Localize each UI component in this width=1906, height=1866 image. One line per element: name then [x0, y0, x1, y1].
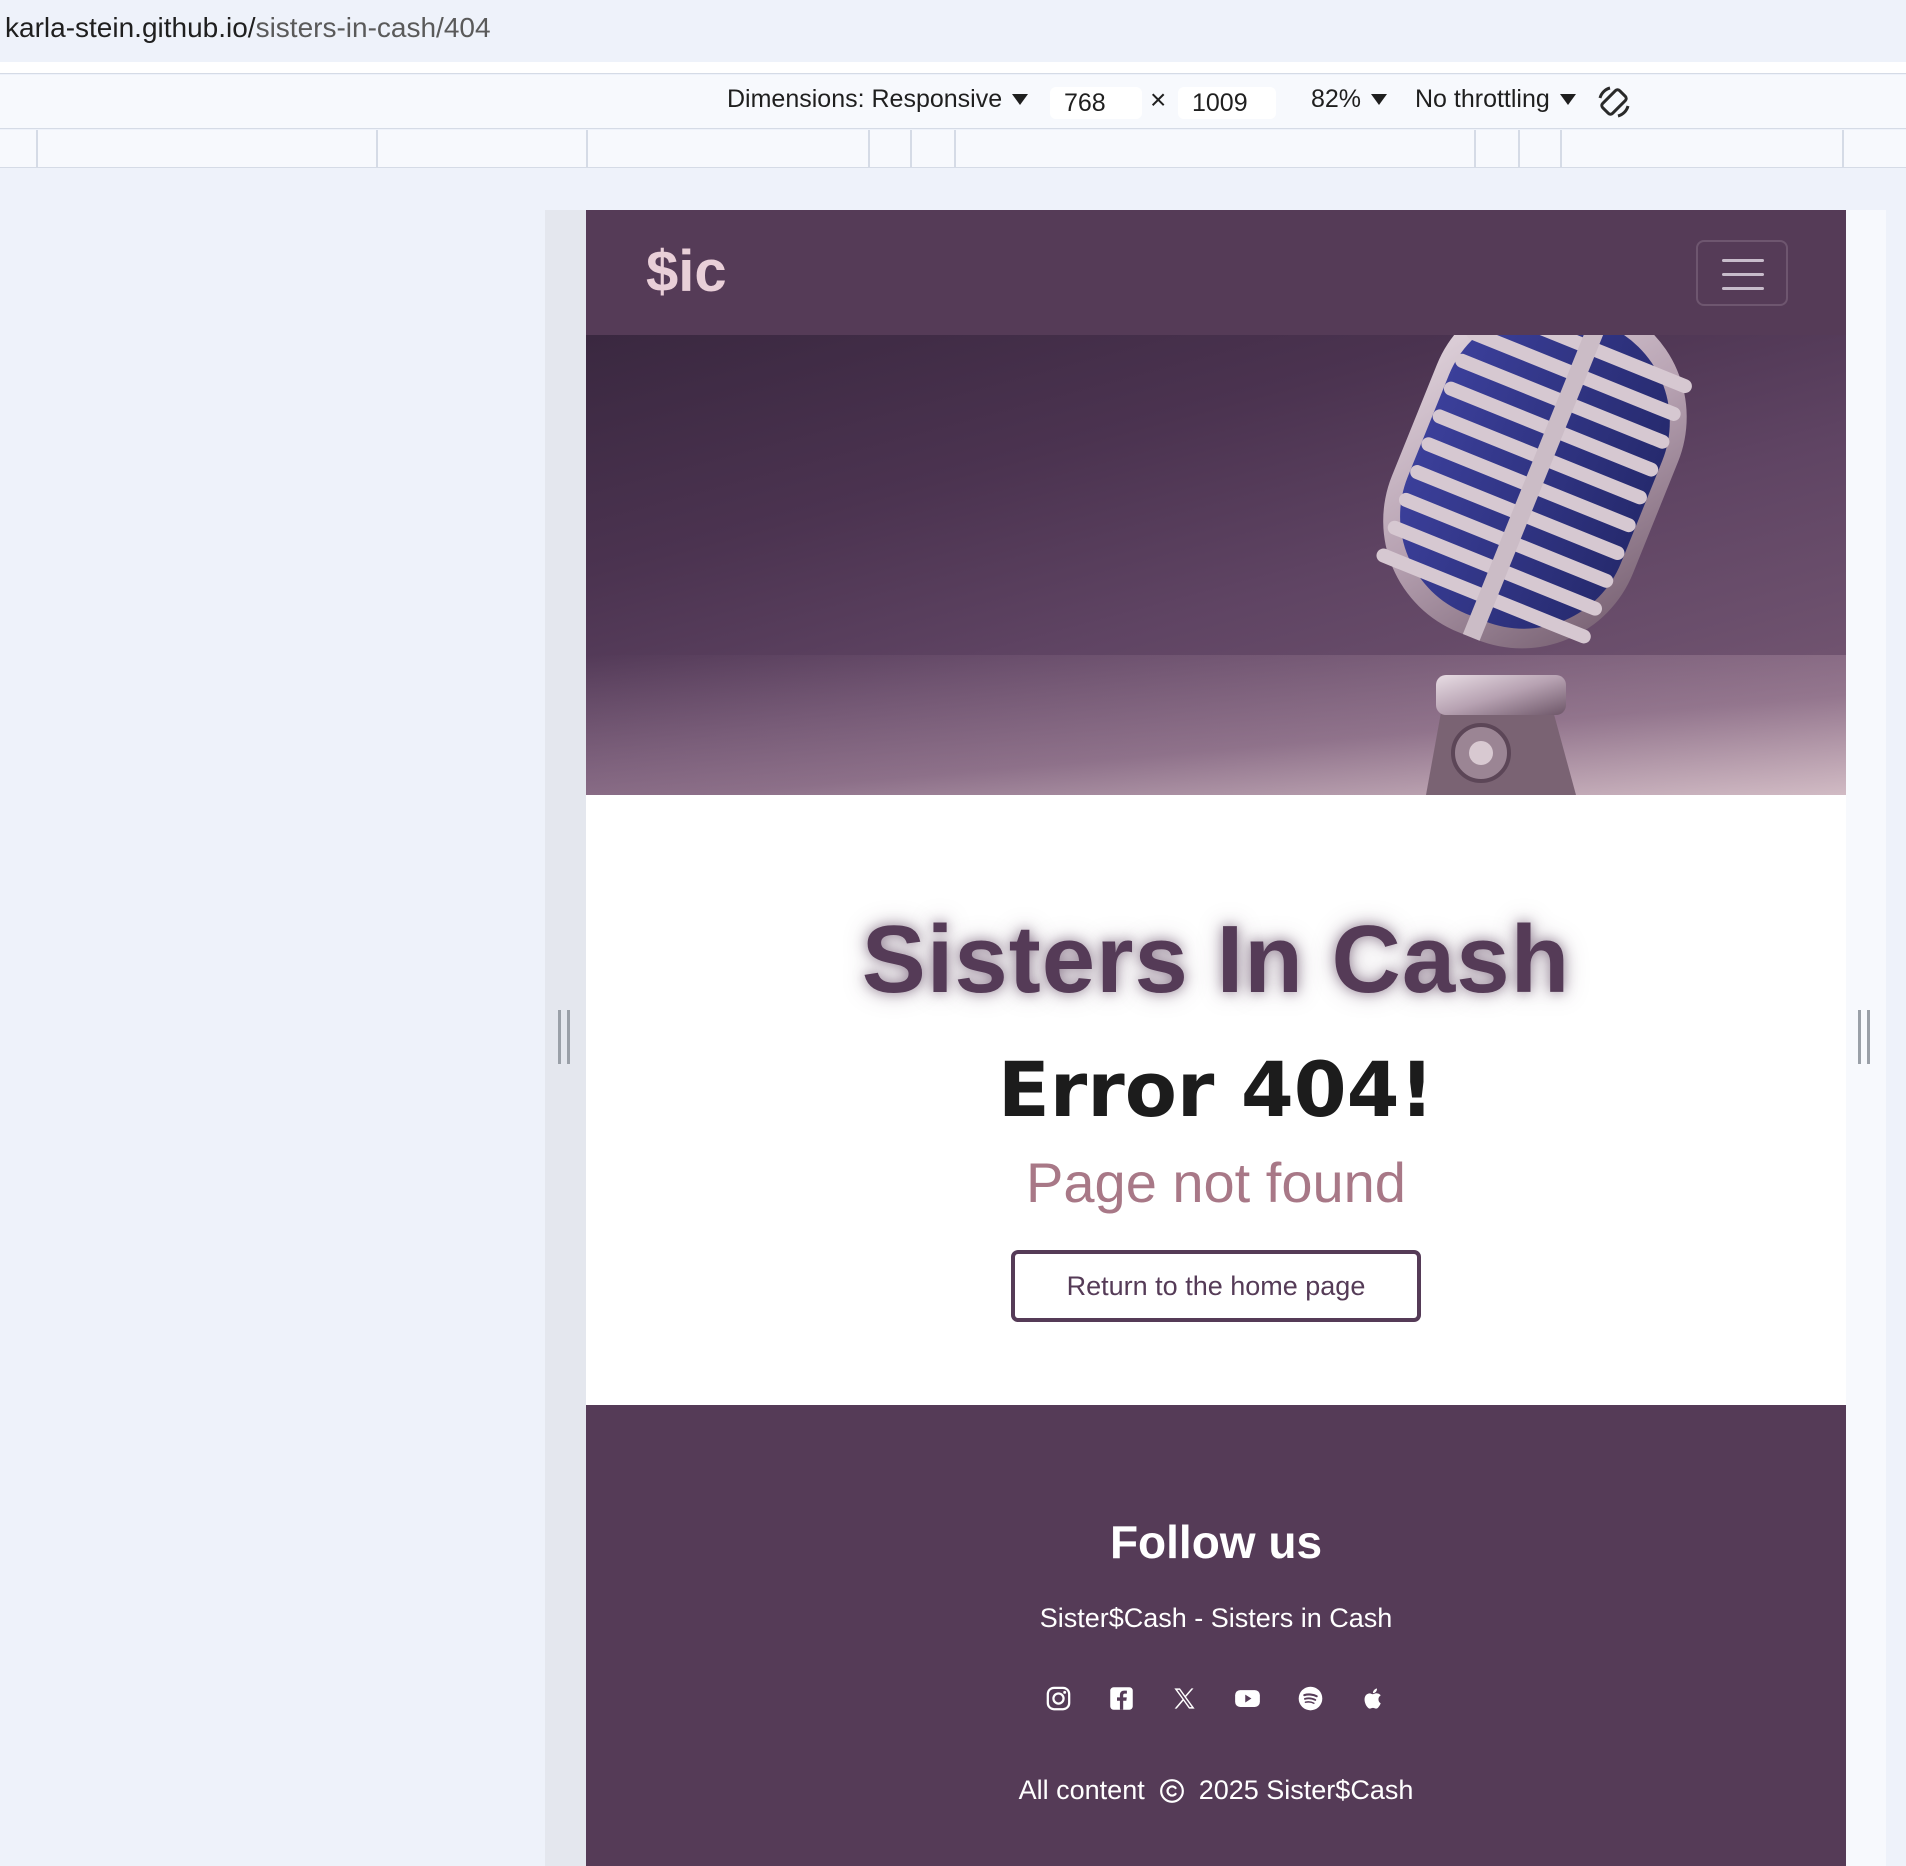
spotify-icon[interactable]	[1297, 1685, 1324, 1712]
ruler-tick	[868, 130, 870, 168]
facebook-icon[interactable]	[1108, 1685, 1135, 1712]
dimension-separator: ×	[1150, 84, 1167, 115]
hamburger-menu-icon	[1722, 259, 1764, 262]
error-content: Sisters In Cash Error 404! Page not foun…	[586, 795, 1846, 1405]
copyright-suffix: 2025 Sister$Cash	[1198, 1775, 1414, 1805]
page-viewport: $ic Sisters In Cash Error 404! Page not …	[586, 210, 1846, 1866]
error-heading: Error 404!	[997, 1045, 1435, 1134]
error-subtitle: Page not found	[1026, 1151, 1406, 1214]
footer-tagline: Sister$Cash - Sisters in Cash	[1039, 1603, 1393, 1633]
footer-heading: Follow us	[1109, 1516, 1323, 1568]
chevron-down-icon	[1012, 94, 1029, 105]
navbar-toggler-button[interactable]	[1696, 240, 1788, 306]
site-title: Sisters In Cash	[861, 906, 1571, 1013]
navbar: $ic	[586, 210, 1846, 335]
social-links	[586, 1685, 1846, 1712]
url-text[interactable]: karla-stein.github.io/sisters-in-cash/40…	[5, 12, 491, 44]
browser-divider	[0, 62, 1906, 74]
rotate-icon[interactable]	[1596, 84, 1632, 120]
footer: Follow us Sister$Cash - Sisters in Cash	[586, 1405, 1846, 1866]
ruler-tick	[586, 130, 588, 168]
zoom-dropdown[interactable]: 82%	[1311, 85, 1388, 114]
chevron-down-icon	[1371, 94, 1388, 105]
browser-url-bar[interactable]: karla-stein.github.io/sisters-in-cash/40…	[0, 0, 1906, 62]
throttling-dropdown[interactable]: No throttling	[1415, 85, 1576, 114]
copyright-prefix: All content	[1018, 1775, 1145, 1805]
brand-logo[interactable]: $ic	[646, 238, 727, 305]
viewport-height-input[interactable]: 1009	[1178, 87, 1276, 119]
ruler-tick	[1842, 130, 1844, 168]
ruler-tick	[910, 130, 912, 168]
ruler-tick	[954, 130, 956, 168]
microphone-illustration	[1376, 335, 1692, 795]
ruler-tick	[1474, 130, 1476, 168]
dimensions-label: Dimensions: Responsive	[727, 85, 1003, 113]
ruler-tick	[376, 130, 378, 168]
zoom-label: 82%	[1311, 85, 1362, 113]
hamburger-menu-icon	[1722, 273, 1764, 276]
apple-icon[interactable]	[1360, 1685, 1387, 1712]
url-host: karla-stein.github.io/	[5, 12, 256, 43]
ruler-tick	[1560, 130, 1562, 168]
chevron-down-icon	[1559, 94, 1576, 105]
throttling-label: No throttling	[1415, 85, 1550, 113]
copyright-icon	[1159, 1778, 1184, 1803]
x-icon[interactable]	[1171, 1685, 1198, 1712]
youtube-icon[interactable]	[1234, 1685, 1261, 1712]
instagram-icon[interactable]	[1045, 1685, 1072, 1712]
hamburger-menu-icon	[1722, 287, 1764, 290]
resize-handle-left[interactable]	[558, 1010, 570, 1064]
microphone-hero-image	[586, 335, 1846, 795]
resize-handle-right[interactable]	[1858, 1010, 1870, 1064]
ruler-tick	[36, 130, 38, 168]
ruler-tick	[1518, 130, 1520, 168]
return-home-button[interactable]: Return to the home page	[1011, 1250, 1421, 1322]
url-path: sisters-in-cash/404	[255, 12, 491, 43]
media-query-ruler[interactable]	[0, 130, 1906, 168]
copyright-line: All content 2025 Sister$Cash	[586, 1775, 1846, 1806]
viewport-width-input[interactable]: 768	[1050, 87, 1142, 119]
dimensions-dropdown[interactable]: Dimensions: Responsive	[727, 85, 1029, 114]
